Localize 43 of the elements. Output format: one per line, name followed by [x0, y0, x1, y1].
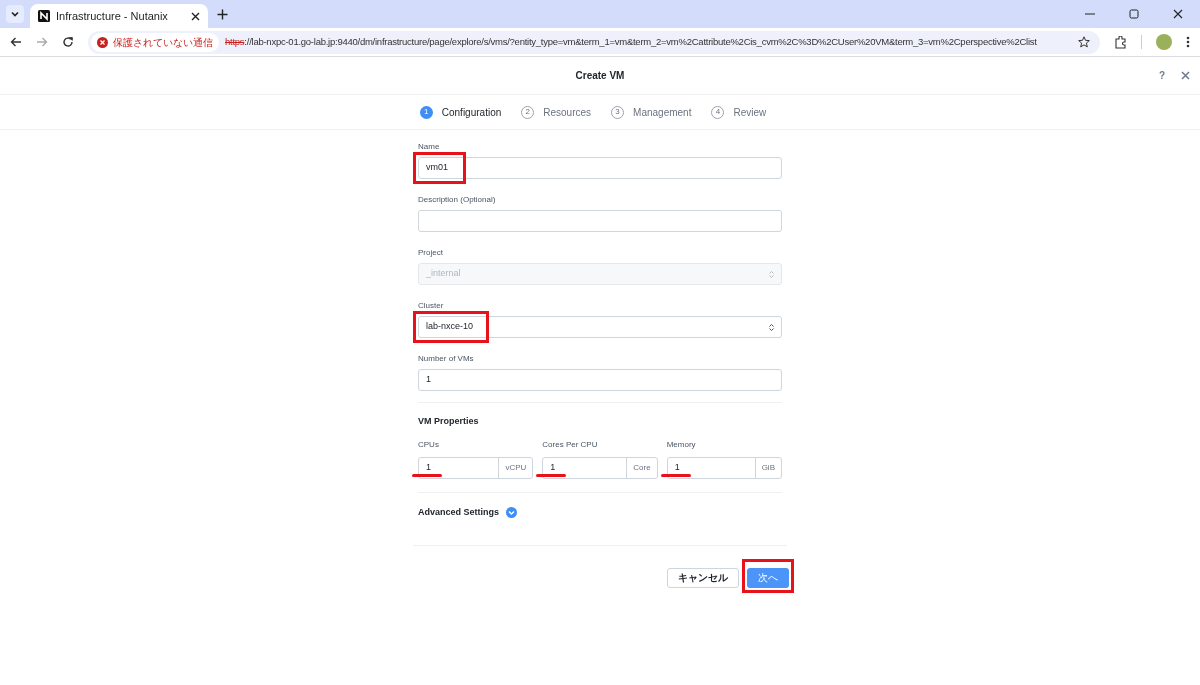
wizard-step[interactable]: 1 Configuration [419, 104, 502, 120]
field-label: Memory [666, 438, 697, 451]
more-menu-icon[interactable] [1186, 36, 1190, 48]
extensions-icon[interactable] [1114, 35, 1127, 49]
wizard-step[interactable]: 3 Management [611, 104, 692, 120]
warning-icon [97, 36, 108, 48]
field-label: Description (Optional) [418, 194, 497, 206]
input-field[interactable]: vm01 [418, 157, 782, 179]
wizard-step[interactable]: 4 Review [711, 104, 767, 120]
address-bar[interactable]: 保護されていない通信 https://lab-nxpc-01.go-lab.jp:9440/dm/infrastructure/page/explore/s/vms/?entity_type=vm&term_1=vm&term_2=vm%2Cattribute%2Cis_cvm%2C%3D%2CUser%20VM&term_3=vm%2Cperspective%2Clist [88, 30, 1100, 54]
field-label: Name [418, 141, 441, 153]
browser-tab[interactable]: Infrastructure - Nutanix [30, 4, 208, 28]
field-label: Number of VMs [418, 353, 475, 365]
input-field[interactable] [418, 210, 782, 232]
dropdown-select[interactable]: lab-nxce-10 [418, 316, 782, 338]
section-heading: VM Properties [418, 415, 480, 428]
field-label: Project [418, 247, 444, 259]
input-field[interactable]: 1 vCPU [418, 456, 534, 479]
close-icon[interactable] [191, 11, 200, 21]
security-label: 保護されていない通信 [113, 35, 213, 50]
tab-list-icon[interactable] [6, 5, 24, 23]
help-button[interactable]: ? [1158, 68, 1165, 83]
field-label: Cluster [418, 300, 445, 312]
field-label: CPUs [418, 438, 440, 451]
chevron-icon [506, 506, 518, 518]
input-field[interactable]: 1 Core [542, 456, 658, 479]
reload-icon[interactable] [62, 36, 74, 48]
new-tab-icon[interactable] [217, 9, 228, 20]
dialog-title: Create VM [575, 69, 625, 83]
sort-arrows-icon [769, 323, 774, 331]
url-text: https://lab-nxpc-01.go-lab.jp:9440/dm/infrastructure/page/explore/s/vms/?entity_type=vm&term_1=vm&term_2=vm%2Cattribute%2Cis_cvm%2C%3D%2CUser%20VM&term_3=vm%2Cperspective%2Clist [225, 34, 1037, 49]
cancel-button[interactable]: キャンセル [667, 567, 739, 588]
input-field[interactable]: 1 [418, 369, 782, 391]
bookmark-star-icon[interactable] [1078, 36, 1090, 48]
sort-arrows-icon [769, 270, 774, 278]
wizard-step[interactable]: 2 Resources [521, 104, 592, 120]
tab-title: Infrastructure - Nutanix [56, 8, 169, 24]
field-label: Cores Per CPU [542, 438, 599, 451]
back-icon[interactable] [10, 36, 22, 48]
advanced-settings-toggle[interactable]: Advanced Settings [418, 505, 518, 519]
site-logo-icon [38, 10, 50, 22]
input-field[interactable]: 1 GiB [666, 456, 782, 479]
security-chip[interactable]: 保護されていない通信 [91, 32, 219, 52]
